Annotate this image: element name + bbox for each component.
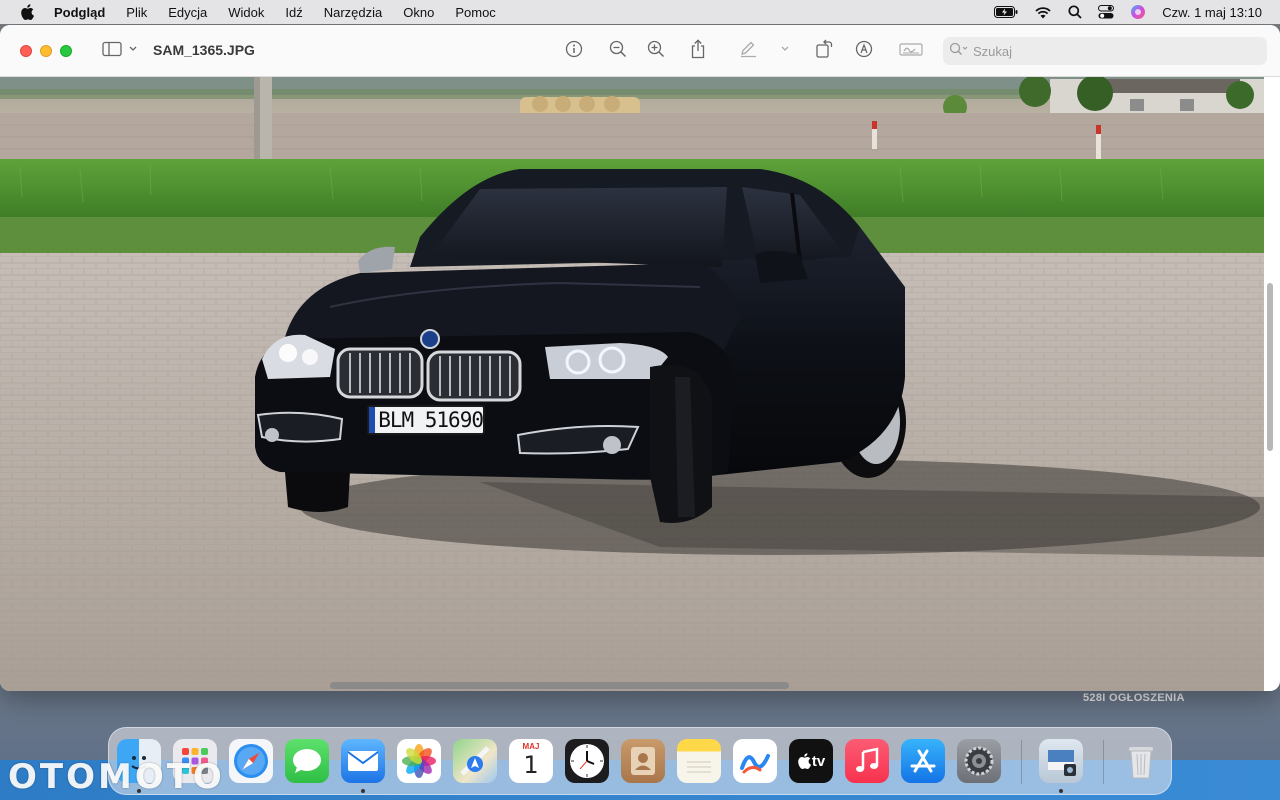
messages-icon[interactable] bbox=[285, 739, 329, 783]
share-icon bbox=[689, 38, 707, 64]
markup-pen-icon bbox=[738, 40, 792, 63]
safari-icon[interactable] bbox=[229, 739, 273, 783]
calendar-day: 1 bbox=[523, 751, 539, 779]
document-title: SAM_1365.JPG bbox=[153, 42, 255, 58]
menu-go[interactable]: Idź bbox=[285, 5, 302, 20]
dock-separator-trash bbox=[1103, 740, 1104, 784]
desktop-folder-label[interactable]: 528I OGŁOSZENIA bbox=[1083, 692, 1185, 704]
spotlight-search-icon[interactable] bbox=[1068, 5, 1082, 19]
search-field[interactable] bbox=[943, 37, 1267, 65]
calendar-icon[interactable]: MAJ 1 bbox=[509, 739, 553, 783]
close-window-button[interactable] bbox=[20, 45, 32, 57]
info-button[interactable] bbox=[563, 39, 585, 63]
system-settings-icon[interactable] bbox=[957, 739, 1001, 783]
maps-icon[interactable] bbox=[453, 739, 497, 783]
zoom-out-icon bbox=[609, 40, 627, 63]
contacts-icon[interactable] bbox=[621, 739, 665, 783]
zoom-out-button[interactable] bbox=[607, 39, 629, 63]
notes-icon[interactable] bbox=[677, 739, 721, 783]
markup-button[interactable] bbox=[737, 39, 793, 63]
otomoto-watermark: OTOMOTO bbox=[8, 757, 225, 797]
horizontal-scrollbar[interactable] bbox=[330, 682, 789, 689]
signature-icon bbox=[899, 41, 923, 62]
tv-label: tv bbox=[811, 752, 826, 770]
trash-icon[interactable] bbox=[1119, 739, 1163, 783]
menu-bar: Podgląd Plik Edycja Widok Idź Narzędzia … bbox=[0, 0, 1280, 24]
battery-icon[interactable] bbox=[994, 6, 1018, 18]
zoom-in-button[interactable] bbox=[645, 39, 667, 63]
menu-window[interactable]: Okno bbox=[403, 5, 434, 20]
menubar-clock[interactable]: Czw. 1 maj 13:10 bbox=[1162, 5, 1262, 20]
rotate-icon bbox=[814, 39, 834, 64]
sidebar-toggle-icon bbox=[102, 41, 138, 62]
window-titlebar: SAM_1365.JPG bbox=[0, 25, 1280, 77]
dock-separator bbox=[1021, 740, 1022, 784]
preview-app-icon[interactable] bbox=[1039, 739, 1083, 783]
mail-icon[interactable] bbox=[341, 739, 385, 783]
app-store-icon[interactable] bbox=[901, 739, 945, 783]
dock: MAJ 1 tv bbox=[108, 727, 1172, 795]
vertical-scrollbar[interactable] bbox=[1267, 283, 1273, 451]
menu-view[interactable]: Widok bbox=[228, 5, 264, 20]
clock-icon[interactable] bbox=[565, 739, 609, 783]
music-icon[interactable] bbox=[845, 739, 889, 783]
license-plate-text: BLM 51690 bbox=[378, 408, 483, 432]
apple-menu-icon[interactable] bbox=[18, 4, 36, 20]
annotate-icon bbox=[855, 40, 873, 63]
search-input[interactable] bbox=[973, 43, 1253, 59]
share-button[interactable] bbox=[687, 38, 709, 64]
rotate-button[interactable] bbox=[812, 39, 836, 63]
mail-running-indicator bbox=[361, 789, 365, 793]
zoom-in-icon bbox=[647, 40, 665, 63]
menu-app-name[interactable]: Podgląd bbox=[54, 5, 105, 20]
zoom-window-button[interactable] bbox=[60, 45, 72, 57]
menu-file[interactable]: Plik bbox=[126, 5, 147, 20]
annotate-button[interactable] bbox=[853, 39, 875, 63]
preview-window: SAM_1365.JPG Szukaj BLM 51690 bbox=[0, 25, 1280, 691]
sidebar-toggle-button[interactable] bbox=[100, 39, 140, 63]
freeform-icon[interactable] bbox=[733, 739, 777, 783]
menu-tools[interactable]: Narzędzia bbox=[324, 5, 383, 20]
license-plate: BLM 51690 bbox=[367, 405, 485, 435]
menu-edit[interactable]: Edycja bbox=[168, 5, 207, 20]
siri-icon[interactable] bbox=[1130, 4, 1146, 20]
image-viewer[interactable]: BLM 51690 bbox=[0, 77, 1264, 691]
tv-icon[interactable]: tv bbox=[789, 739, 833, 783]
signature-button[interactable] bbox=[898, 39, 924, 63]
preview-running-indicator bbox=[1059, 789, 1063, 793]
calendar-month: MAJ bbox=[522, 742, 540, 751]
info-icon bbox=[565, 40, 583, 63]
photos-icon[interactable] bbox=[397, 739, 441, 783]
menu-help[interactable]: Pomoc bbox=[455, 5, 495, 20]
eu-plate-strip bbox=[369, 407, 376, 433]
car-photo bbox=[0, 77, 1264, 691]
minimize-window-button[interactable] bbox=[40, 45, 52, 57]
wifi-icon[interactable] bbox=[1034, 6, 1052, 19]
search-icon bbox=[949, 42, 969, 61]
control-center-icon[interactable] bbox=[1098, 5, 1115, 19]
